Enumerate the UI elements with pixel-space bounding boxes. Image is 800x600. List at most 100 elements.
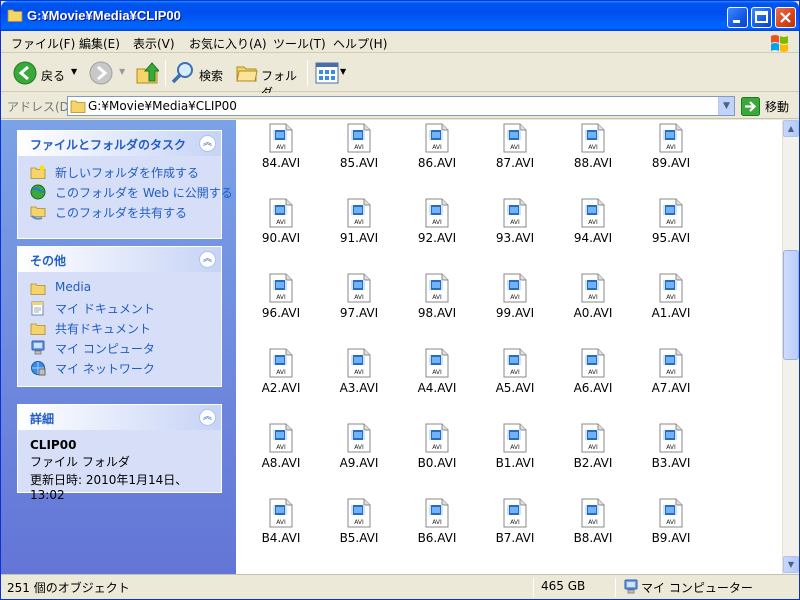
- panel-header[interactable]: 詳細 ︽: [18, 405, 221, 430]
- menu-view[interactable]: 表示(V): [133, 35, 175, 52]
- panel-title: その他: [30, 254, 67, 268]
- file-item[interactable]: AVI B2.AVI: [563, 423, 623, 483]
- task-new-folder[interactable]: 新しいフォルダを作成する: [30, 162, 221, 182]
- file-item[interactable]: AVI 91.AVI: [329, 198, 389, 258]
- forward-dropdown-icon[interactable]: ▼: [119, 67, 125, 76]
- file-list[interactable]: AVI 84.AVI AVI 85.AVI AVI 86.AVI AVI 87.AVI AVI 8…: [236, 120, 782, 574]
- address-dropdown-button[interactable]: ▼: [718, 97, 734, 115]
- file-item[interactable]: AVI A9.AVI: [329, 423, 389, 483]
- file-item[interactable]: AVI B8.AVI: [563, 498, 623, 558]
- maximize-icon: [755, 11, 768, 23]
- collapse-icon[interactable]: ︽: [199, 251, 216, 268]
- views-button[interactable]: ▼: [313, 58, 349, 88]
- file-item[interactable]: AVI 86.AVI: [407, 123, 467, 183]
- file-item[interactable]: AVI 92.AVI: [407, 198, 467, 258]
- vertical-scrollbar[interactable]: ▲ ▼: [782, 120, 799, 574]
- back-dropdown-icon[interactable]: ▼: [71, 67, 77, 76]
- close-button[interactable]: [775, 7, 796, 28]
- up-folder-button[interactable]: [133, 58, 161, 88]
- file-item[interactable]: AVI 96.AVI: [251, 273, 311, 333]
- link-my-network[interactable]: マイ ネットワーク: [30, 358, 221, 378]
- search-button[interactable]: 検索: [169, 58, 229, 88]
- file-item[interactable]: AVI 99.AVI: [485, 273, 545, 333]
- status-object-count: 251 個のオブジェクト: [7, 581, 130, 595]
- avi-file-icon: AVI: [659, 273, 683, 303]
- svg-text:AVI: AVI: [666, 369, 676, 376]
- file-name: 93.AVI: [495, 231, 535, 245]
- title-bar[interactable]: G:¥Movie¥Media¥CLIP00: [1, 1, 799, 31]
- file-item[interactable]: AVI 88.AVI: [563, 123, 623, 183]
- scroll-thumb[interactable]: [783, 250, 799, 360]
- file-item[interactable]: AVI 98.AVI: [407, 273, 467, 333]
- back-button[interactable]: 戻る ▼: [9, 58, 85, 88]
- file-item[interactable]: AVI B6.AVI: [407, 498, 467, 558]
- file-item[interactable]: AVI 97.AVI: [329, 273, 389, 333]
- link-my-computer[interactable]: マイ コンピュータ: [30, 338, 221, 358]
- avi-file-icon: AVI: [581, 423, 605, 453]
- link-my-documents[interactable]: マイ ドキュメント: [30, 298, 221, 318]
- collapse-icon[interactable]: ︽: [199, 135, 216, 152]
- file-item[interactable]: AVI 93.AVI: [485, 198, 545, 258]
- task-share-folder[interactable]: このフォルダを共有する: [30, 202, 221, 222]
- task-publish-web[interactable]: このフォルダを Web に公開する: [30, 182, 233, 202]
- forward-button[interactable]: ▼: [87, 58, 129, 88]
- file-item[interactable]: AVI A8.AVI: [251, 423, 311, 483]
- address-field[interactable]: G:¥Movie¥Media¥CLIP00 ▼: [67, 96, 735, 116]
- file-name: 97.AVI: [339, 306, 379, 320]
- detail-type: ファイル フォルダ: [30, 455, 130, 469]
- file-item[interactable]: AVI A0.AVI: [563, 273, 623, 333]
- folder-icon: [30, 283, 46, 295]
- file-item[interactable]: AVI B5.AVI: [329, 498, 389, 558]
- file-item[interactable]: AVI B7.AVI: [485, 498, 545, 558]
- new-folder-icon: [30, 165, 46, 179]
- maximize-button[interactable]: [751, 7, 772, 28]
- collapse-icon[interactable]: ︽: [199, 409, 216, 426]
- file-name: B7.AVI: [495, 531, 535, 545]
- file-item[interactable]: AVI B3.AVI: [641, 423, 701, 483]
- file-item[interactable]: AVI 94.AVI: [563, 198, 623, 258]
- file-item[interactable]: AVI 90.AVI: [251, 198, 311, 258]
- menu-bar: ファイル(F) 編集(E) 表示(V) お気に入り(A) ツール(T) ヘルプ(…: [1, 31, 799, 53]
- link-media[interactable]: Media: [30, 278, 221, 298]
- file-item[interactable]: AVI A5.AVI: [485, 348, 545, 408]
- link-shared-documents[interactable]: 共有ドキュメント: [30, 318, 221, 338]
- scroll-up-button[interactable]: ▲: [783, 120, 799, 137]
- link-label: 共有ドキュメント: [55, 322, 152, 336]
- file-item[interactable]: AVI 84.AVI: [251, 123, 311, 183]
- svg-text:AVI: AVI: [666, 219, 676, 226]
- svg-text:AVI: AVI: [354, 144, 364, 151]
- file-item[interactable]: AVI A7.AVI: [641, 348, 701, 408]
- go-label: 移動: [765, 100, 790, 114]
- folders-button[interactable]: フォルダ: [233, 58, 303, 100]
- file-item[interactable]: AVI A6.AVI: [563, 348, 623, 408]
- avi-file-icon: AVI: [425, 423, 449, 453]
- file-item[interactable]: AVI B0.AVI: [407, 423, 467, 483]
- avi-file-icon: AVI: [659, 348, 683, 378]
- menu-edit[interactable]: 編集(E): [79, 35, 120, 52]
- panel-header[interactable]: その他 ︽: [18, 247, 221, 272]
- file-item[interactable]: AVI 87.AVI: [485, 123, 545, 183]
- status-size: 465 GB: [541, 579, 586, 593]
- menu-help[interactable]: ヘルプ(H): [333, 35, 387, 52]
- menu-tools[interactable]: ツール(T): [273, 35, 326, 52]
- detail-folder-name: CLIP00: [30, 438, 77, 452]
- file-item[interactable]: AVI A2.AVI: [251, 348, 311, 408]
- panel-header[interactable]: ファイルとフォルダのタスク ︽: [18, 131, 221, 156]
- menu-favorites[interactable]: お気に入り(A): [189, 35, 267, 52]
- svg-text:AVI: AVI: [354, 444, 364, 451]
- views-dropdown-icon[interactable]: ▼: [340, 67, 346, 76]
- file-item[interactable]: AVI B4.AVI: [251, 498, 311, 558]
- menu-file[interactable]: ファイル(F): [11, 35, 75, 52]
- file-item[interactable]: AVI A4.AVI: [407, 348, 467, 408]
- minimize-button[interactable]: [727, 7, 748, 28]
- file-item[interactable]: AVI 89.AVI: [641, 123, 701, 183]
- file-item[interactable]: AVI A1.AVI: [641, 273, 701, 333]
- go-button[interactable]: 移動: [741, 97, 797, 116]
- file-item[interactable]: AVI 95.AVI: [641, 198, 701, 258]
- file-item[interactable]: AVI 85.AVI: [329, 123, 389, 183]
- file-item[interactable]: AVI A3.AVI: [329, 348, 389, 408]
- file-item[interactable]: AVI B1.AVI: [485, 423, 545, 483]
- scroll-down-button[interactable]: ▼: [783, 556, 799, 573]
- file-item[interactable]: AVI B9.AVI: [641, 498, 701, 558]
- status-divider: [615, 578, 616, 597]
